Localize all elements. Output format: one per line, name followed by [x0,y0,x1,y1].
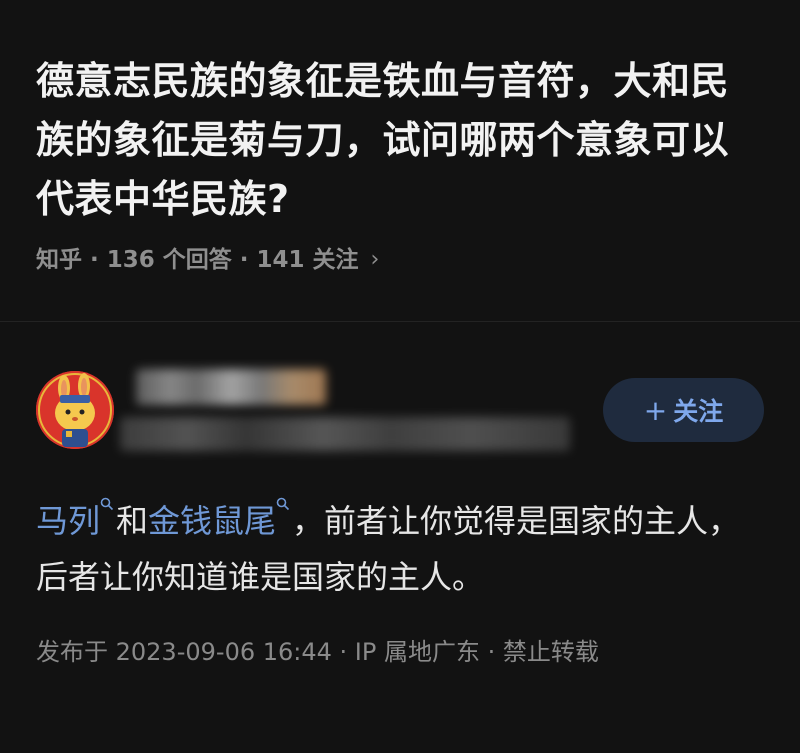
follow-label: 关注 [673,397,724,426]
plus-icon: + [643,393,668,427]
answer-content[interactable]: 马列 和金钱鼠尾 ，前者让你觉得是国家的主人，后者让你知道谁是国家的主人。 [36,493,766,605]
author-name-blurred[interactable] [136,369,326,405]
search-icon[interactable] [100,497,114,511]
answer-card: + 关注 马列 和金钱鼠尾 ，前者让你觉得是国家的主人，后者让你知道谁是国家的主人。… [0,322,800,753]
avatar[interactable] [36,371,114,449]
answer-connector: 和 [116,502,149,540]
answer-link-2[interactable]: 金钱鼠尾 [148,502,276,540]
question-title[interactable]: 德意志民族的象征是铁血与音符，大和民族的象征是菊与刀，试问哪两个意象可以代表中华… [36,52,766,229]
question-header: 德意志民族的象征是铁血与音符，大和民族的象征是菊与刀，试问哪两个意象可以代表中华… [0,0,800,320]
follow-button[interactable]: + 关注 [603,378,764,442]
question-meta[interactable]: 知乎 · 136 个回答 · 141 关注 › [36,243,379,277]
answer-link-1[interactable]: 马列 [36,502,100,540]
search-icon[interactable] [276,497,290,511]
publish-info: 发布于 2023-09-06 16:44 · IP 属地广东 · 禁止转载 [36,638,599,666]
question-meta-text: 知乎 · 136 个回答 · 141 关注 [36,247,359,273]
chevron-right-icon: › [370,247,380,272]
rabbit-avatar-icon [36,371,114,449]
author-bio-blurred [120,417,570,451]
